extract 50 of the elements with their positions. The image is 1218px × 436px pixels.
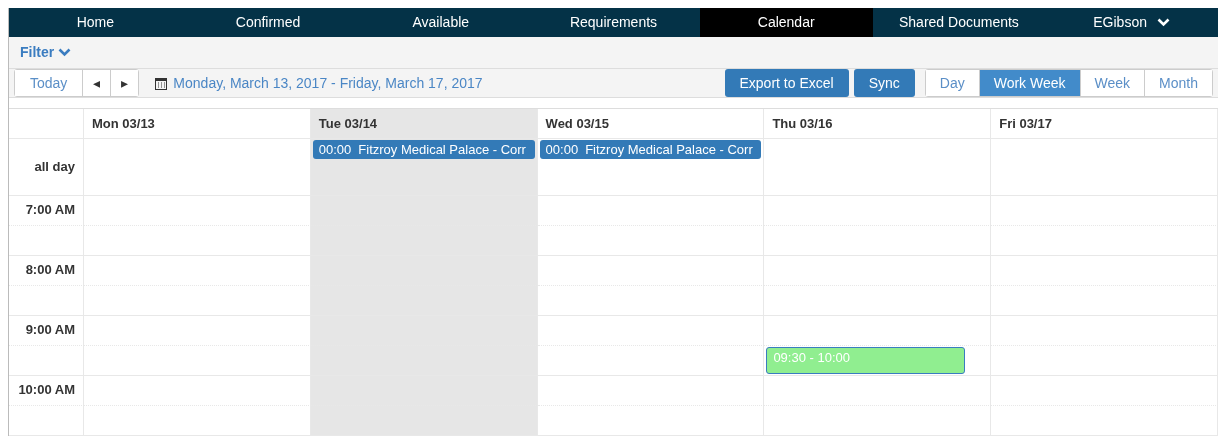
day-header: Thu 03/16 <box>772 116 833 131</box>
time-slot-cell[interactable] <box>537 316 765 346</box>
filter-link[interactable]: Filter <box>20 44 72 61</box>
nav-tab[interactable]: Shared Documents <box>872 8 1046 37</box>
time-label: 7:00 AM <box>25 202 75 217</box>
time-slot-cell[interactable] <box>84 256 311 286</box>
calendar-icon <box>155 76 168 90</box>
time-label: 9:00 AM <box>25 322 75 337</box>
all-day-cell[interactable]: 00:00 Fitzroy Medical Palace - Corr <box>310 139 538 196</box>
day-header: Fri 03/17 <box>999 116 1052 131</box>
nav-tab[interactable]: Requirements <box>527 8 700 37</box>
action-button[interactable]: Export to Excel <box>724 69 849 97</box>
nav-tab[interactable]: Calendar <box>699 8 873 37</box>
time-slot-cell[interactable] <box>84 376 311 406</box>
nav-tab[interactable]: Confirmed <box>181 8 355 37</box>
time-slot-cell[interactable] <box>84 286 311 316</box>
time-slot-cell[interactable] <box>84 346 311 376</box>
time-slot-cell[interactable] <box>310 406 538 436</box>
day-header: Mon 03/13 <box>92 116 155 131</box>
view-tab[interactable]: Month <box>1144 70 1212 96</box>
nav-tab[interactable]: Available <box>354 8 528 37</box>
time-slot-cell[interactable] <box>537 286 765 316</box>
all-day-cell[interactable]: 00:00 Fitzroy Medical Palace - Corr <box>537 139 765 196</box>
calendar-event[interactable]: 00:00 Fitzroy Medical Palace - Corr <box>539 140 762 159</box>
time-slot-cell[interactable] <box>84 406 311 436</box>
time-slot-cell[interactable] <box>537 346 765 376</box>
calendar-event[interactable]: 00:00 Fitzroy Medical Palace - Corr <box>312 140 535 159</box>
chevron-down-icon <box>58 47 72 57</box>
nav-tab[interactable]: Home <box>9 8 182 37</box>
chevron-down-icon <box>1157 17 1170 27</box>
action-button[interactable]: Sync <box>853 69 915 97</box>
time-label: 10:00 AM <box>18 382 75 397</box>
day-header: Tue 03/14 <box>318 116 378 131</box>
time-slot-cell[interactable] <box>537 256 765 286</box>
time-slot-cell[interactable] <box>84 316 311 346</box>
time-slot-cell[interactable] <box>764 316 992 346</box>
time-slot-cell[interactable] <box>537 196 765 226</box>
time-label: all day <box>34 159 75 174</box>
time-slot-cell[interactable] <box>537 376 765 406</box>
time-label: 8:00 AM <box>25 262 75 277</box>
time-slot-cell[interactable] <box>537 226 765 256</box>
user-menu[interactable]: EGibson <box>1045 8 1218 37</box>
time-slot-cell[interactable] <box>84 226 311 256</box>
all-day-cell[interactable] <box>84 139 311 196</box>
date-range: Monday, March 13, 2017 - Friday, March 17, 2017 <box>173 75 483 91</box>
day-header: Wed 03/15 <box>545 116 609 131</box>
view-tab[interactable]: Work Week <box>978 70 1080 96</box>
next-button[interactable]: ▸ <box>110 70 139 96</box>
time-slot-cell[interactable] <box>84 196 311 226</box>
time-slot-cell[interactable] <box>537 406 765 436</box>
